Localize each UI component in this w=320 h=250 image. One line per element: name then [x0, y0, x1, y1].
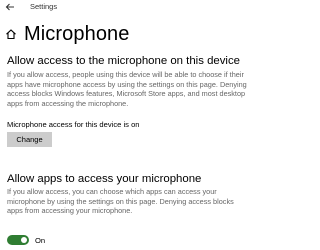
device-access-description: If you allow access, people using this d… [7, 70, 247, 108]
toggle-knob [21, 237, 27, 243]
title-bar: Settings [0, 0, 250, 15]
device-access-status: Microphone access for this device is on [7, 120, 140, 129]
settings-window: Settings Microphone Allow access to the … [0, 0, 250, 250]
app-access-toggle[interactable] [7, 235, 29, 245]
toggle-state-label: On [35, 236, 46, 245]
home-icon[interactable] [5, 28, 17, 40]
window-title: Settings [30, 2, 58, 11]
change-button[interactable]: Change [7, 132, 52, 147]
app-access-description: If you allow access, you can choose whic… [7, 187, 234, 216]
app-access-heading: Allow apps to access your microphone [7, 173, 202, 185]
page-title: Microphone [24, 23, 130, 45]
back-arrow-icon[interactable] [4, 1, 16, 13]
device-access-heading: Allow access to the microphone on this d… [7, 55, 240, 67]
page-header: Microphone [0, 21, 250, 47]
